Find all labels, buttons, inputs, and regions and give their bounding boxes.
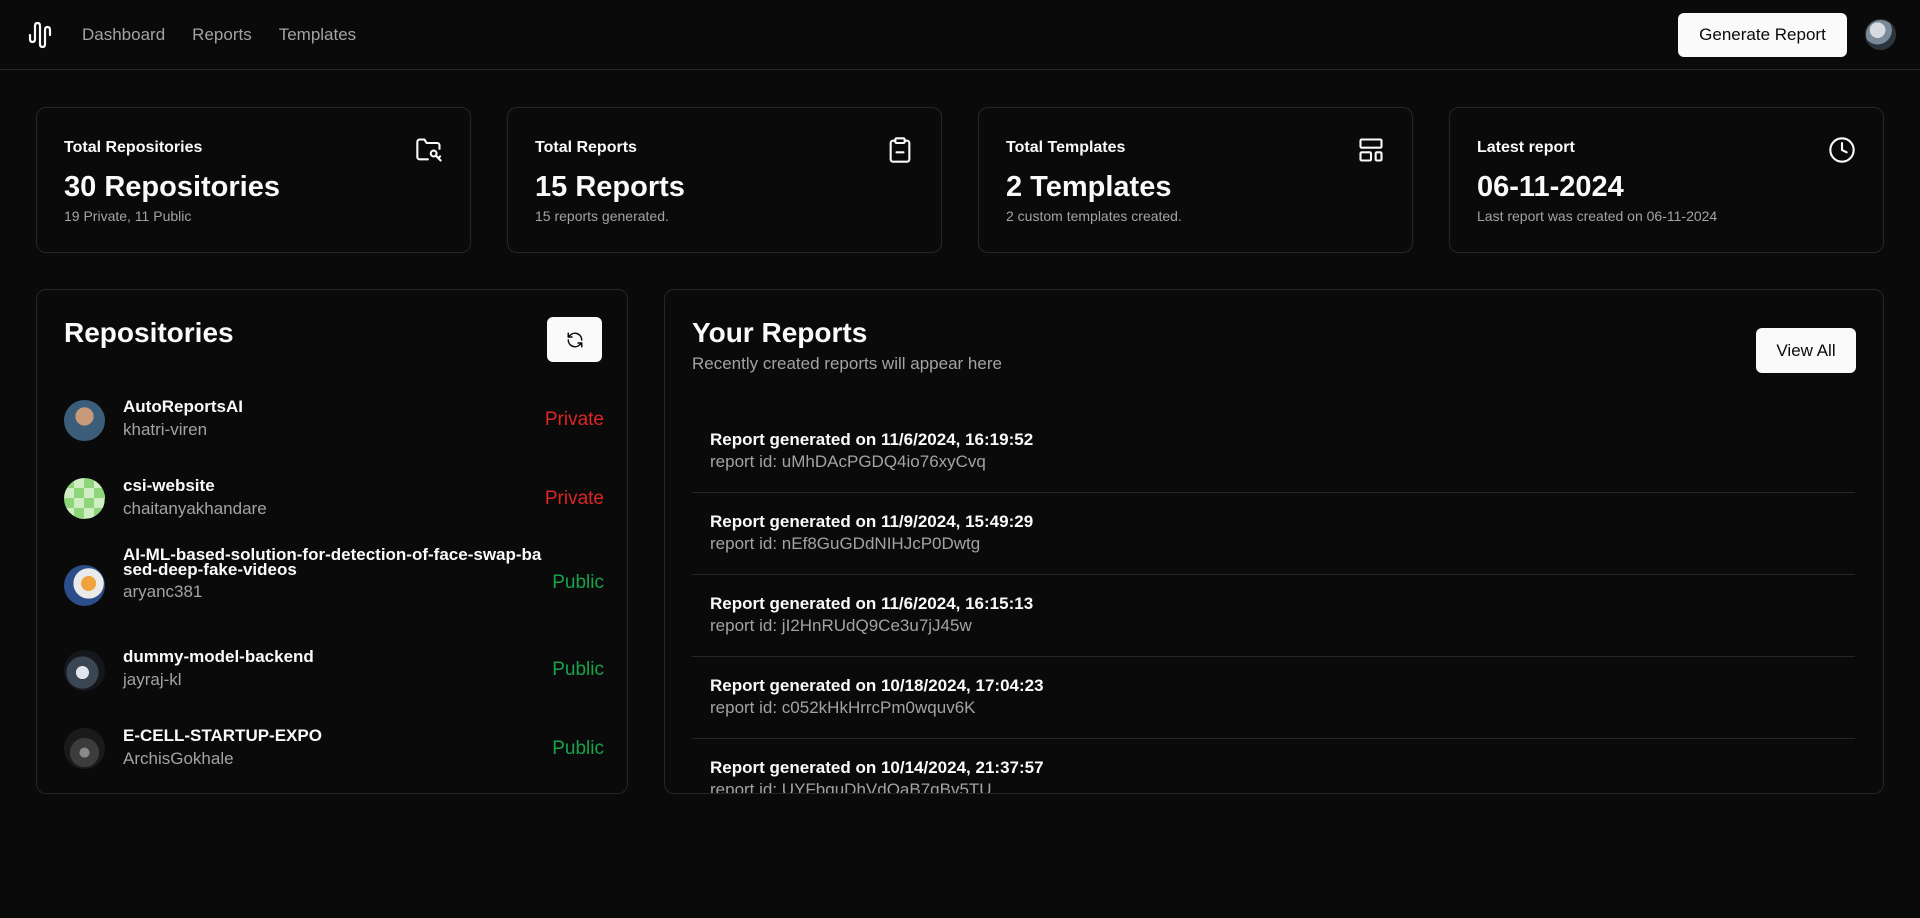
repo-row[interactable]: csi-website chaitanyakhandare Private bbox=[64, 468, 604, 528]
repo-owner: chaitanyakhandare bbox=[123, 499, 267, 518]
report-title[interactable]: Report generated on 10/14/2024, 21:37:57 bbox=[710, 758, 1044, 778]
stat-subtext: Last report was created on 06-11-2024 bbox=[1477, 208, 1718, 224]
repo-name[interactable]: E-CELL-STARTUP-EXPO bbox=[123, 727, 322, 744]
view-all-button[interactable]: View All bbox=[1756, 328, 1856, 373]
avatar bbox=[64, 400, 105, 441]
stat-value: 30 Repositories bbox=[64, 171, 280, 203]
stat-label: Total Templates bbox=[1006, 139, 1126, 156]
stat-subtext: 15 reports generated. bbox=[535, 208, 669, 224]
report-row[interactable]: Report generated on 10/14/2024, 21:37:57… bbox=[692, 739, 1855, 794]
top-navbar: Dashboard Reports Templates Generate Rep… bbox=[0, 0, 1920, 70]
report-title[interactable]: Report generated on 11/6/2024, 16:15:13 bbox=[710, 594, 1033, 614]
repo-name[interactable]: csi-website bbox=[123, 477, 215, 494]
report-id: report id: uMhDAcPGDQ4io76xyCvq bbox=[710, 452, 986, 471]
repo-owner: ArchisGokhale bbox=[123, 749, 234, 768]
refresh-icon bbox=[567, 332, 582, 347]
folder-key-icon bbox=[416, 138, 442, 162]
repo-visibility-badge: Public bbox=[552, 738, 604, 759]
report-row[interactable]: Report generated on 11/6/2024, 16:19:52 … bbox=[692, 411, 1855, 493]
nav-templates[interactable]: Templates bbox=[279, 25, 356, 45]
repo-visibility-badge: Private bbox=[544, 488, 604, 509]
stat-value: 15 Reports bbox=[535, 171, 685, 203]
avatar bbox=[64, 650, 105, 691]
repo-name[interactable]: AI-ML-based-solution-for-detection-of-fa… bbox=[123, 546, 543, 578]
repo-visibility-badge: Public bbox=[552, 659, 604, 680]
user-avatar[interactable] bbox=[1865, 19, 1896, 50]
layout-template-icon bbox=[1359, 138, 1383, 162]
stat-subtext: 19 Private, 11 Public bbox=[64, 208, 192, 224]
top-right-actions: Generate Report bbox=[1678, 12, 1896, 57]
stat-card-repositories: Total Repositories 30 Repositories 19 Pr… bbox=[36, 107, 471, 253]
refresh-button[interactable] bbox=[547, 317, 602, 362]
report-row[interactable]: Report generated on 11/9/2024, 15:49:29 … bbox=[692, 493, 1855, 575]
avatar bbox=[64, 565, 105, 606]
repositories-panel: Repositories AutoReportsAI khatri-viren … bbox=[36, 289, 628, 794]
stat-subtext: 2 custom templates created. bbox=[1006, 208, 1182, 224]
stat-label: Total Repositories bbox=[64, 139, 203, 156]
report-row[interactable]: Report generated on 11/6/2024, 16:15:13 … bbox=[692, 575, 1855, 657]
stat-card-latest-report: Latest report 06-11-2024 Last report was… bbox=[1449, 107, 1884, 253]
repo-row[interactable]: AutoReportsAI khatri-viren Private bbox=[64, 389, 604, 449]
avatar bbox=[64, 728, 105, 769]
repo-row[interactable]: dummy-model-backend jayraj-kl Public bbox=[64, 639, 604, 699]
generate-report-button[interactable]: Generate Report bbox=[1678, 12, 1847, 57]
repositories-title: Repositories bbox=[64, 317, 234, 348]
stat-value: 06-11-2024 bbox=[1477, 171, 1624, 203]
repo-owner: jayraj-kl bbox=[123, 670, 182, 689]
report-title[interactable]: Report generated on 11/6/2024, 16:19:52 bbox=[710, 430, 1033, 450]
stat-label: Latest report bbox=[1477, 139, 1575, 156]
repo-owner: khatri-viren bbox=[123, 420, 208, 439]
stat-label: Total Reports bbox=[535, 139, 637, 156]
repo-visibility-badge: Public bbox=[552, 572, 604, 593]
repo-owner: aryanc381 bbox=[123, 582, 203, 601]
report-id: report id: nEf8GuGDdNIHJcP0Dwtg bbox=[710, 534, 981, 553]
report-id: report id: UYFbquDhVdQaB7qBv5TU bbox=[710, 780, 992, 794]
repo-row[interactable]: E-CELL-STARTUP-EXPO ArchisGokhale Public bbox=[64, 718, 604, 778]
stat-card-templates: Total Templates 2 Templates 2 custom tem… bbox=[978, 107, 1413, 253]
report-row[interactable]: Report generated on 10/18/2024, 17:04:23… bbox=[692, 657, 1855, 739]
clock-icon bbox=[1829, 137, 1855, 163]
report-title[interactable]: Report generated on 10/18/2024, 17:04:23 bbox=[710, 676, 1044, 696]
repo-visibility-badge: Private bbox=[544, 409, 604, 430]
stat-card-reports: Total Reports 15 Reports 15 reports gene… bbox=[507, 107, 942, 253]
report-id: report id: c052kHkHrrcPm0wquv6K bbox=[710, 698, 976, 717]
report-title[interactable]: Report generated on 11/9/2024, 15:49:29 bbox=[710, 512, 1033, 532]
avatar bbox=[64, 478, 105, 519]
waveform-icon[interactable] bbox=[26, 20, 56, 50]
nav-reports[interactable]: Reports bbox=[192, 25, 252, 45]
repo-name[interactable]: dummy-model-backend bbox=[123, 648, 314, 665]
clipboard-icon bbox=[889, 137, 911, 163]
reports-panel: Your Reports Recently created reports wi… bbox=[664, 289, 1884, 794]
nav-dashboard[interactable]: Dashboard bbox=[82, 25, 165, 45]
reports-title: Your Reports bbox=[692, 317, 868, 348]
repo-row[interactable]: AI-ML-based-solution-for-detection-of-fa… bbox=[64, 545, 604, 620]
reports-subtitle: Recently created reports will appear her… bbox=[692, 354, 1002, 373]
stat-value: 2 Templates bbox=[1006, 171, 1172, 203]
repo-name[interactable]: AutoReportsAI bbox=[123, 398, 243, 415]
report-id: report id: jI2HnRUdQ9Ce3u7jJ45w bbox=[710, 616, 972, 635]
